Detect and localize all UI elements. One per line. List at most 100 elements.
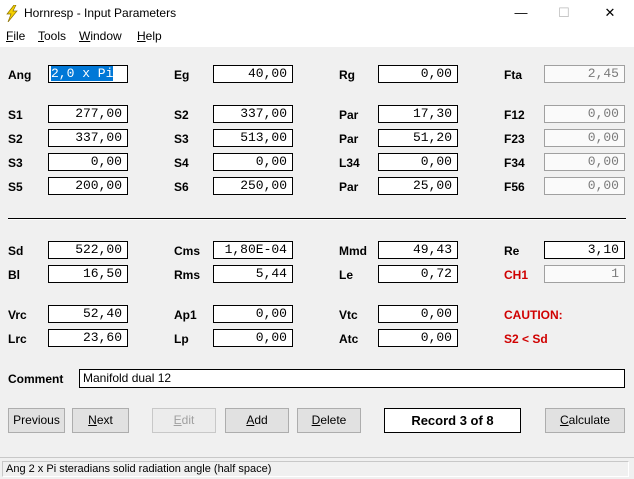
fta-field: 2,45 — [544, 65, 625, 83]
delete-accel: D — [311, 413, 321, 427]
bl-field[interactable]: 16,50 — [48, 265, 128, 283]
le-label: Le — [339, 268, 354, 282]
menu-window-rest: indow — [90, 29, 122, 43]
eg-field[interactable]: 40,00 — [213, 65, 293, 83]
s3-row-field[interactable]: 0,00 — [48, 153, 128, 171]
maximize-button[interactable]: ☐ — [541, 0, 587, 27]
s3-row-label: S3 — [8, 156, 23, 170]
ang-label: Ang — [8, 68, 32, 82]
menu-file[interactable]: File — [6, 29, 25, 43]
rg-field[interactable]: 0,00 — [378, 65, 458, 83]
le-field[interactable]: 0,72 — [378, 265, 458, 283]
lrc-label: Lrc — [8, 332, 27, 346]
s4-field[interactable]: 0,00 — [213, 153, 293, 171]
calculate-button[interactable]: Calculate — [545, 408, 625, 433]
s2-field[interactable]: 337,00 — [213, 105, 293, 123]
vrc-label: Vrc — [8, 308, 27, 322]
caution-title: CAUTION: — [504, 308, 563, 322]
fta-label: Fta — [504, 68, 522, 82]
ang-field[interactable]: 2,0 x Pi — [48, 65, 128, 83]
lp-label: Lp — [174, 332, 189, 346]
rms-label: Rms — [174, 268, 201, 282]
l34-field[interactable]: 0,00 — [378, 153, 458, 171]
cms-field[interactable]: 1,80E-04 — [213, 241, 293, 259]
edit-accel: E — [173, 413, 182, 427]
f12-label: F12 — [504, 108, 525, 122]
ang-value: 2,0 x Pi — [51, 66, 114, 81]
par1-label: Par — [339, 108, 359, 122]
lp-field[interactable]: 0,00 — [213, 329, 293, 347]
vtc-label: Vtc — [339, 308, 358, 322]
f12-field: 0,00 — [544, 105, 625, 123]
title-bar: Hornresp - Input Parameters — ☐ ✕ — [0, 0, 634, 27]
s3-label: S3 — [174, 132, 189, 146]
menu-window[interactable]: Window — [79, 29, 122, 43]
delete-button[interactable]: Delete — [297, 408, 361, 433]
f23-field: 0,00 — [544, 129, 625, 147]
re-label: Re — [504, 244, 520, 258]
s3-field[interactable]: 513,00 — [213, 129, 293, 147]
close-button[interactable]: ✕ — [587, 0, 633, 27]
ch1-field: 1 — [544, 265, 625, 283]
menu-tools[interactable]: Tools — [38, 29, 66, 43]
previous-button[interactable]: Previous — [8, 408, 65, 433]
s5-label: S5 — [8, 180, 23, 194]
menu-bar: File Tools Window Help — [0, 27, 634, 47]
mmd-label: Mmd — [339, 244, 367, 258]
menu-tools-rest: ools — [44, 29, 67, 43]
par3-field[interactable]: 25,00 — [378, 177, 458, 195]
calculate-accel: C — [559, 413, 569, 427]
s1-field[interactable]: 277,00 — [48, 105, 128, 123]
re-field[interactable]: 3,10 — [544, 241, 625, 259]
menu-window-accel: W — [79, 29, 91, 43]
comment-field[interactable]: Manifold dual 12 — [79, 369, 625, 388]
delete-label: elete — [320, 413, 347, 427]
menu-help-rest: elp — [145, 29, 162, 43]
atc-field[interactable]: 0,00 — [378, 329, 458, 347]
caution-message: S2 < Sd — [504, 332, 548, 346]
section-divider — [8, 218, 626, 220]
s2-row-label: S2 — [8, 132, 23, 146]
previous-label: Previous — [13, 413, 60, 427]
par1-field[interactable]: 17,30 — [378, 105, 458, 123]
lrc-field[interactable]: 23,60 — [48, 329, 128, 347]
minimize-button[interactable]: — — [498, 0, 544, 27]
atc-label: Atc — [339, 332, 359, 346]
s6-label: S6 — [174, 180, 189, 194]
f34-field: 0,00 — [544, 153, 625, 171]
add-button[interactable]: Add — [225, 408, 289, 433]
rms-field[interactable]: 5,44 — [213, 265, 293, 283]
edit-button[interactable]: Edit — [152, 408, 216, 433]
f56-label: F56 — [504, 180, 525, 194]
calculate-label: alculate — [568, 413, 611, 427]
status-bar: Ang 2 x Pi steradians solid radiation an… — [0, 457, 634, 479]
ch1-label: CH1 — [504, 268, 529, 282]
ap1-field[interactable]: 0,00 — [213, 305, 293, 323]
sd-label: Sd — [8, 244, 24, 258]
s2-label: S2 — [174, 108, 189, 122]
menu-file-rest: ile — [13, 29, 26, 43]
s2-row-field[interactable]: 337,00 — [48, 129, 128, 147]
status-text: Ang 2 x Pi steradians solid radiation an… — [2, 461, 629, 477]
f23-label: F23 — [504, 132, 525, 146]
next-button[interactable]: Next — [72, 408, 129, 433]
next-label: ext — [96, 413, 113, 427]
rg-label: Rg — [339, 68, 355, 82]
menu-help[interactable]: Help — [137, 29, 162, 43]
par2-field[interactable]: 51,20 — [378, 129, 458, 147]
window-title: Hornresp - Input Parameters — [24, 6, 177, 20]
add-label: dd — [254, 413, 268, 427]
record-indicator: Record 3 of 8 — [384, 408, 521, 433]
par3-label: Par — [339, 180, 359, 194]
edit-label: dit — [181, 413, 195, 427]
vtc-field[interactable]: 0,00 — [378, 305, 458, 323]
s5-field[interactable]: 200,00 — [48, 177, 128, 195]
comment-label: Comment — [8, 372, 64, 386]
sd-field[interactable]: 522,00 — [48, 241, 128, 259]
s6-field[interactable]: 250,00 — [213, 177, 293, 195]
l34-label: L34 — [339, 156, 360, 170]
mmd-field[interactable]: 49,43 — [378, 241, 458, 259]
vrc-field[interactable]: 52,40 — [48, 305, 128, 323]
input-parameters-form: Ang 2,0 x Pi Eg 40,00 Rg 0,00 Fta 2,45 S… — [0, 47, 634, 457]
bl-label: Bl — [8, 268, 20, 282]
